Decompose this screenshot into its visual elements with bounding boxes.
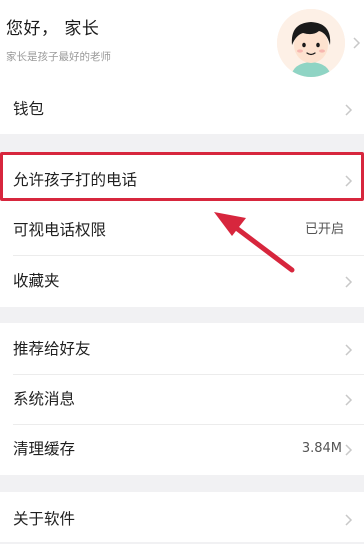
menu-item-label: 系统消息 xyxy=(13,390,76,408)
chevron-right-icon xyxy=(344,392,354,406)
about-group: 关于软件 xyxy=(0,492,364,542)
menu-item-recommend[interactable]: 推荐给好友 xyxy=(0,324,364,374)
menu-item-label: 清理缓存 xyxy=(13,440,76,458)
menu-item-label: 收藏夹 xyxy=(13,272,60,290)
avatar[interactable] xyxy=(277,9,345,77)
menu-item-wallet[interactable]: 钱包 xyxy=(0,84,364,134)
greeting-text: 您好， 家长 xyxy=(6,19,100,39)
chevron-right-icon xyxy=(344,512,354,526)
menu-item-label: 可视电话权限 xyxy=(13,221,107,239)
chevron-right-icon xyxy=(344,102,354,116)
wallet-group: 钱包 xyxy=(0,84,364,134)
annotation-highlight-box xyxy=(0,152,364,201)
menu-item-label: 推荐给好友 xyxy=(13,340,91,358)
general-group: 推荐给好友 系统消息 清理缓存 3.84M xyxy=(0,323,364,475)
profile-header[interactable]: 您好， 家长 家长是孩子最好的老师 xyxy=(0,0,364,84)
menu-item-label: 关于软件 xyxy=(13,510,76,528)
menu-item-clear-cache[interactable]: 清理缓存 3.84M xyxy=(0,424,364,474)
menu-item-favorites[interactable]: 收藏夹 xyxy=(0,256,364,306)
chevron-right-icon xyxy=(344,442,354,456)
menu-item-label: 钱包 xyxy=(13,100,45,118)
chevron-right-icon xyxy=(344,274,354,288)
menu-item-system-messages[interactable]: 系统消息 xyxy=(0,374,364,424)
profile-chevron-right-icon xyxy=(352,36,364,50)
status-value: 已开启 xyxy=(304,222,344,237)
avatar-face-icon xyxy=(277,9,345,77)
chevron-right-icon xyxy=(344,342,354,356)
menu-item-about[interactable]: 关于软件 xyxy=(0,494,364,544)
cache-size-value: 3.84M xyxy=(301,441,342,456)
profile-subtitle: 家长是孩子最好的老师 xyxy=(6,51,111,63)
menu-item-video-call-permission[interactable]: 可视电话权限 已开启 xyxy=(0,205,364,255)
